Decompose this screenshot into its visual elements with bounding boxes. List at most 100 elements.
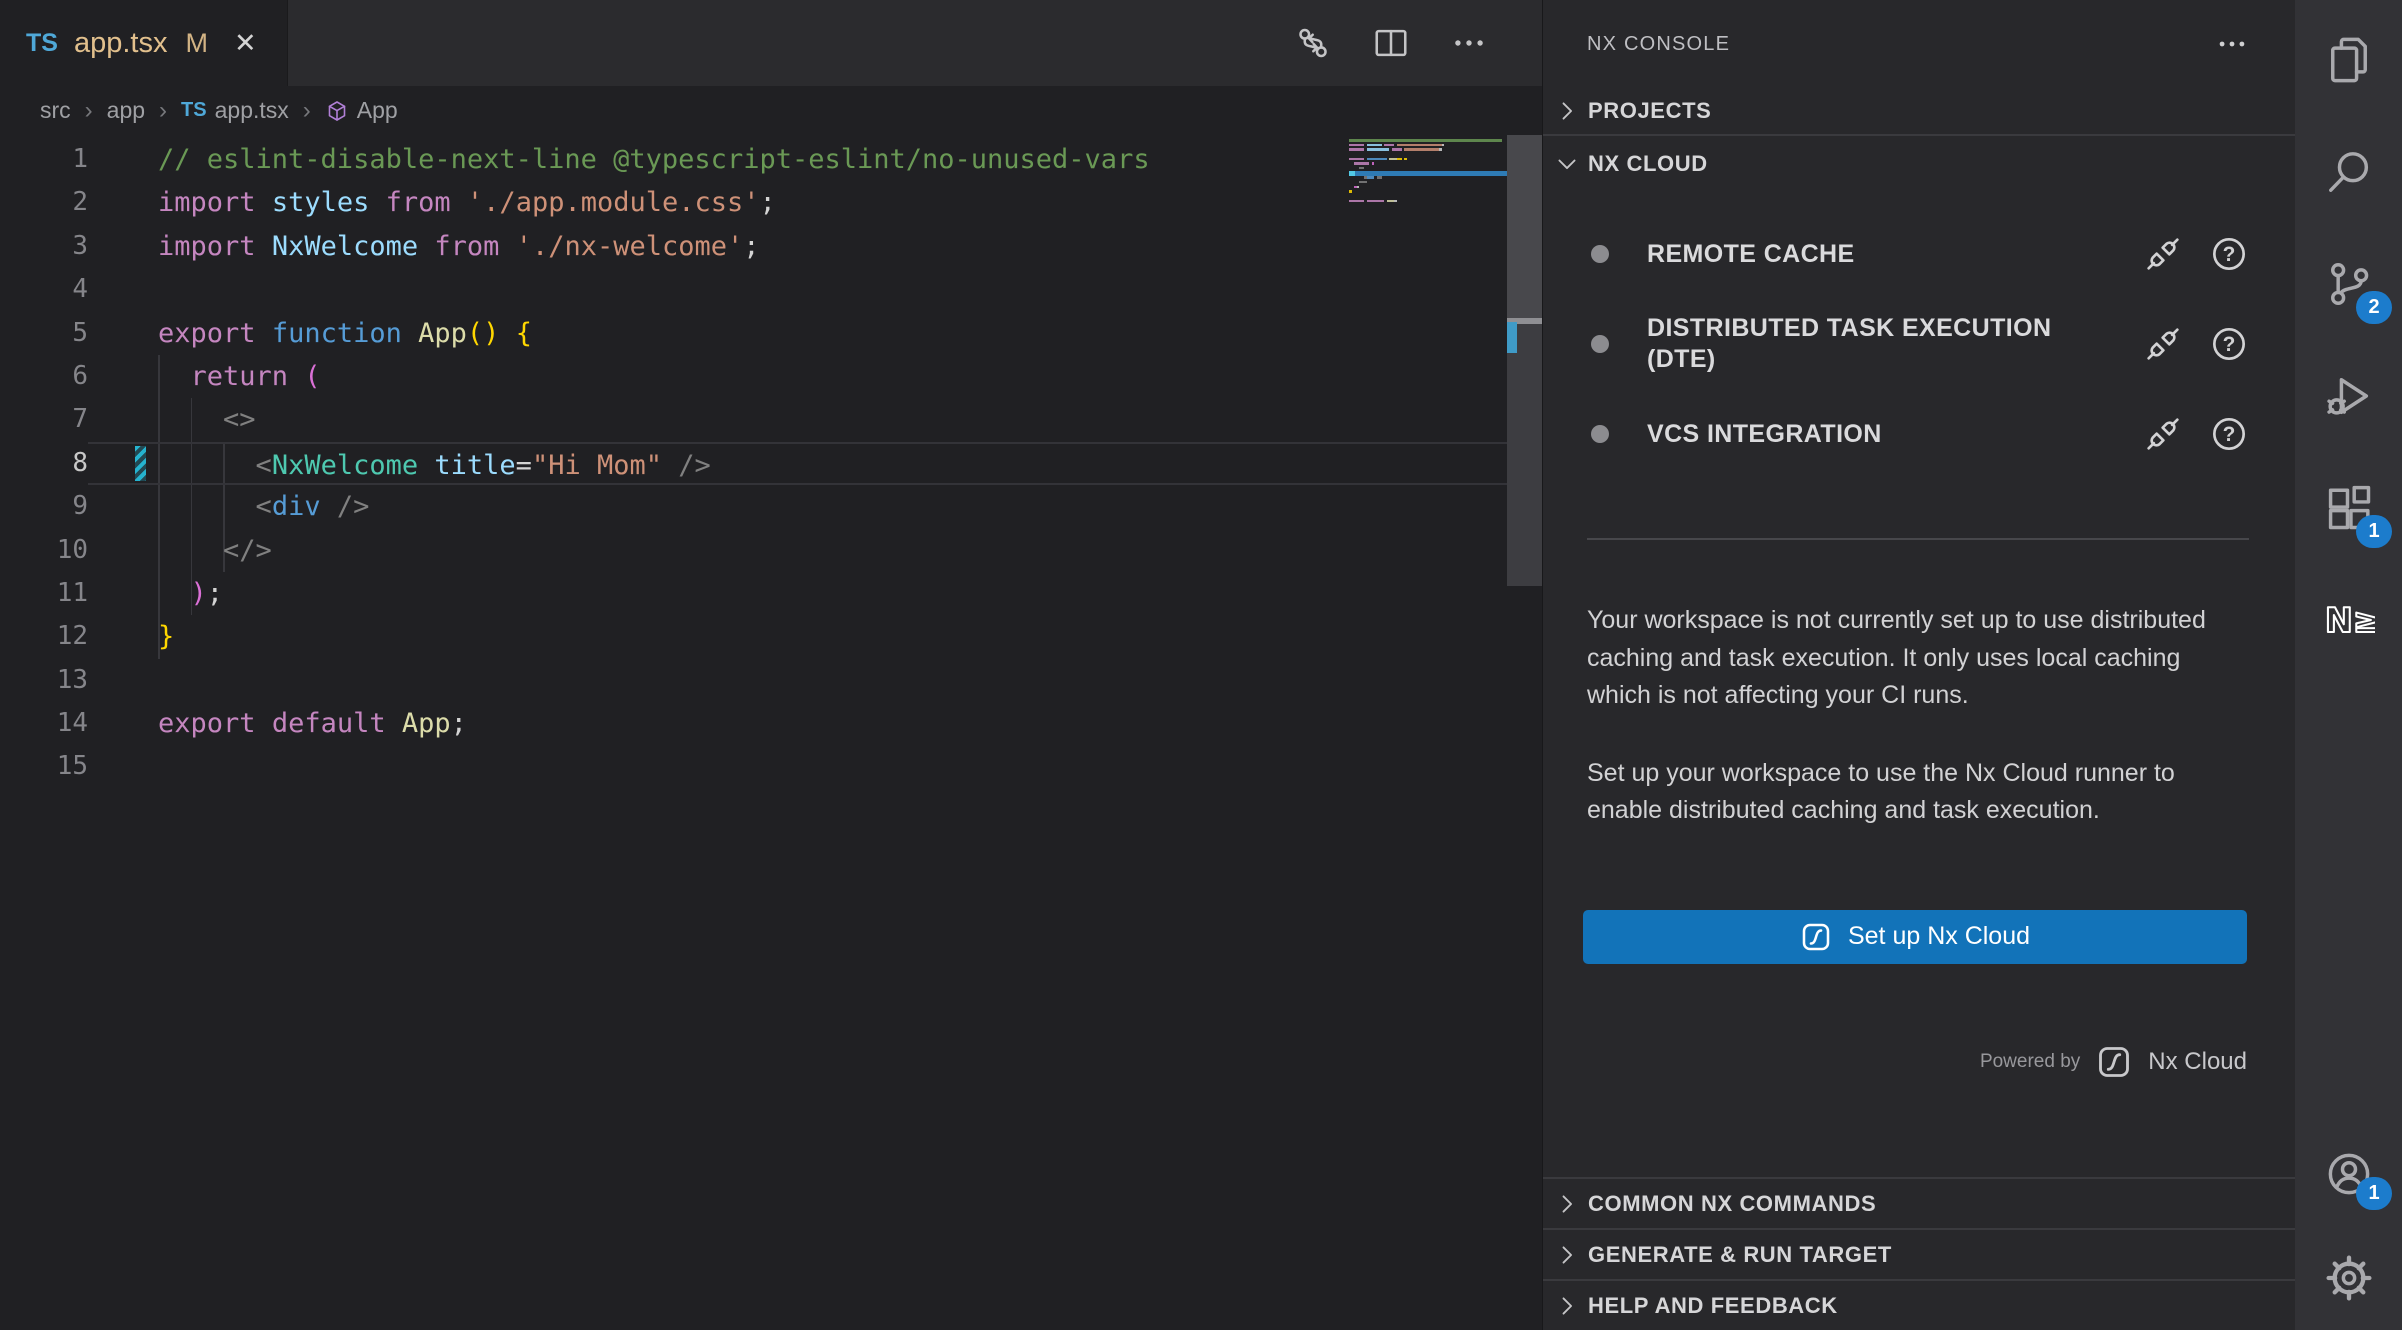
code-line[interactable]: 13	[0, 659, 1542, 702]
split-editor-icon[interactable]	[1372, 24, 1410, 62]
overview-modified-mark	[1507, 322, 1517, 353]
breadcrumb-item-app[interactable]: App	[325, 97, 398, 124]
nx-cloud-item-vcs-integration: VCS INTEGRATION?	[1543, 394, 2295, 474]
section-projects[interactable]: PROJECTS	[1543, 88, 2295, 134]
powered-by-row: Powered by Nx Cloud	[1543, 1044, 2295, 1080]
activity-bar: 2 1 N≥ 1	[2295, 0, 2402, 1330]
connect-button-connect-icon[interactable]	[2143, 234, 2183, 274]
code-line[interactable]: 1// eslint-disable-next-line @typescript…	[0, 138, 1542, 181]
line-number: 5	[0, 312, 88, 355]
line-number: 11	[0, 572, 88, 615]
breadcrumb-item-app-tsx[interactable]: TSapp.tsx	[181, 97, 289, 124]
svg-text:?: ?	[2223, 333, 2236, 356]
section-generate-run-target[interactable]: GENERATE & RUN TARGET	[1543, 1230, 2295, 1279]
line-number: 7	[0, 398, 88, 441]
minimap[interactable]	[1349, 139, 1507, 209]
help-button-help-icon[interactable]: ?	[2209, 234, 2249, 274]
status-dot-icon	[1591, 245, 1609, 263]
activity-bar-item-accounts[interactable]: 1	[2295, 1122, 2402, 1226]
code-line[interactable]: 5export function App() {	[0, 312, 1542, 355]
vscode-window: TS app.tsx M ✕ src›app›TSapp.tsx›App 1//…	[0, 0, 2402, 1330]
section-label: PROJECTS	[1588, 98, 1711, 124]
panel-more-actions-icon[interactable]	[2215, 27, 2249, 61]
line-number: 9	[0, 485, 88, 528]
activity-bar-item-run-debug[interactable]	[2295, 340, 2402, 452]
line-number: 10	[0, 529, 88, 572]
nx-cloud-items: REMOTE CACHE?DISTRIBUTED TASK EXECUTION …	[1543, 192, 2295, 474]
breadcrumb-item-app[interactable]: app	[107, 97, 145, 124]
close-tab-icon[interactable]: ✕	[234, 28, 257, 59]
setup-nx-cloud-button[interactable]: Set up Nx Cloud	[1583, 910, 2247, 964]
nx-cloud-item-distributed-task-execution-dte-: DISTRIBUTED TASK EXECUTION (DTE)?	[1543, 294, 2295, 394]
powered-by-name: Nx Cloud	[2148, 1048, 2247, 1076]
section-help-and-feedback[interactable]: HELP AND FEEDBACK	[1543, 1281, 2295, 1330]
activity-bar-item-explorer[interactable]	[2295, 4, 2402, 116]
line-number: 8	[0, 442, 88, 485]
chevron-down-icon	[1553, 150, 1581, 178]
collapsed-sections: COMMON NX COMMANDS GENERATE & RUN TARGET H…	[1543, 1177, 2295, 1330]
run-debug-icon	[2323, 370, 2375, 422]
line-number: 12	[0, 615, 88, 658]
code-line[interactable]: 3import NxWelcome from './nx-welcome';	[0, 225, 1542, 268]
connect-button-connect-icon[interactable]	[2143, 414, 2183, 454]
tab-app-tsx[interactable]: TS app.tsx M ✕	[0, 0, 288, 86]
more-actions-icon[interactable]	[1450, 24, 1488, 62]
code-line[interactable]: 2import styles from './app.module.css';	[0, 181, 1542, 224]
nx-cloud-item-label: VCS INTEGRATION	[1647, 419, 2087, 450]
code-line[interactable]: 10 </>	[0, 529, 1542, 572]
code-line[interactable]: 7 <>	[0, 398, 1542, 441]
nx-cloud-logo-icon	[1800, 921, 1832, 953]
breadcrumb-separator: ›	[301, 97, 313, 125]
section-label: HELP AND FEEDBACK	[1588, 1293, 1838, 1319]
connect-button-connect-icon[interactable]	[2143, 324, 2183, 364]
breadcrumb-item-src[interactable]: src	[40, 97, 71, 124]
code-line[interactable]: 8 <NxWelcome title="Hi Mom" />	[0, 442, 1542, 485]
nx-logo-icon: N≥	[2323, 594, 2375, 646]
status-dot-icon	[1591, 425, 1609, 443]
modified-line-gutter-marker	[135, 446, 146, 481]
section-label: GENERATE & RUN TARGET	[1588, 1242, 1892, 1268]
chevron-right-icon	[1553, 97, 1581, 125]
svg-text:?: ?	[2223, 423, 2236, 446]
modified-badge: M	[185, 28, 208, 59]
line-number: 1	[0, 138, 88, 181]
line-number: 3	[0, 225, 88, 268]
chevron-right-icon	[1553, 1292, 1581, 1320]
section-nx-cloud[interactable]: NX CLOUD	[1543, 136, 2295, 192]
breadcrumb: src›app›TSapp.tsx›App	[0, 86, 1542, 135]
breadcrumb-label: app.tsx	[215, 97, 289, 124]
code-line[interactable]: 14export default App;	[0, 702, 1542, 745]
open-changes-icon[interactable]	[1294, 24, 1332, 62]
typescript-file-icon: TS	[26, 29, 58, 58]
line-number: 6	[0, 355, 88, 398]
settings-gear-icon	[2323, 1252, 2375, 1304]
scrollbar-thumb[interactable]	[1507, 135, 1542, 318]
line-number: 14	[0, 702, 88, 745]
panel-header: NX CONSOLE	[1543, 0, 2295, 88]
code-line[interactable]: 4	[0, 268, 1542, 311]
help-button-help-icon[interactable]: ?	[2209, 414, 2249, 454]
code-editor[interactable]: 1// eslint-disable-next-line @typescript…	[0, 135, 1542, 1330]
code-line[interactable]: 9 <div />	[0, 485, 1542, 528]
breadcrumb-separator: ›	[83, 97, 95, 125]
powered-by-label: Powered by	[1980, 1051, 2080, 1073]
code-line[interactable]: 11 );	[0, 572, 1542, 615]
description-paragraph: Your workspace is not currently set up t…	[1587, 602, 2249, 715]
code-line[interactable]: 12}	[0, 615, 1542, 658]
section-common-nx-commands[interactable]: COMMON NX COMMANDS	[1543, 1179, 2295, 1228]
nx-cloud-logo-icon	[2096, 1044, 2132, 1080]
activity-bar-item-nx-console[interactable]: N≥	[2295, 564, 2402, 676]
code-line[interactable]: 6 return (	[0, 355, 1542, 398]
activity-bar-item-search[interactable]	[2295, 116, 2402, 228]
line-number: 13	[0, 659, 88, 702]
activity-bar-item-source-control[interactable]: 2	[2295, 228, 2402, 340]
badge: 1	[2356, 515, 2392, 548]
tab-bar: TS app.tsx M ✕	[0, 0, 1542, 86]
activity-bar-item-extensions[interactable]: 1	[2295, 452, 2402, 564]
code-line[interactable]: 15	[0, 745, 1542, 788]
nx-cloud-item-remote-cache: REMOTE CACHE?	[1543, 214, 2295, 294]
editor-group: TS app.tsx M ✕ src›app›TSapp.tsx›App 1//…	[0, 0, 1542, 1330]
activity-bar-item-settings[interactable]	[2295, 1226, 2402, 1330]
help-button-help-icon[interactable]: ?	[2209, 324, 2249, 364]
breadcrumb-label: app	[107, 97, 145, 124]
